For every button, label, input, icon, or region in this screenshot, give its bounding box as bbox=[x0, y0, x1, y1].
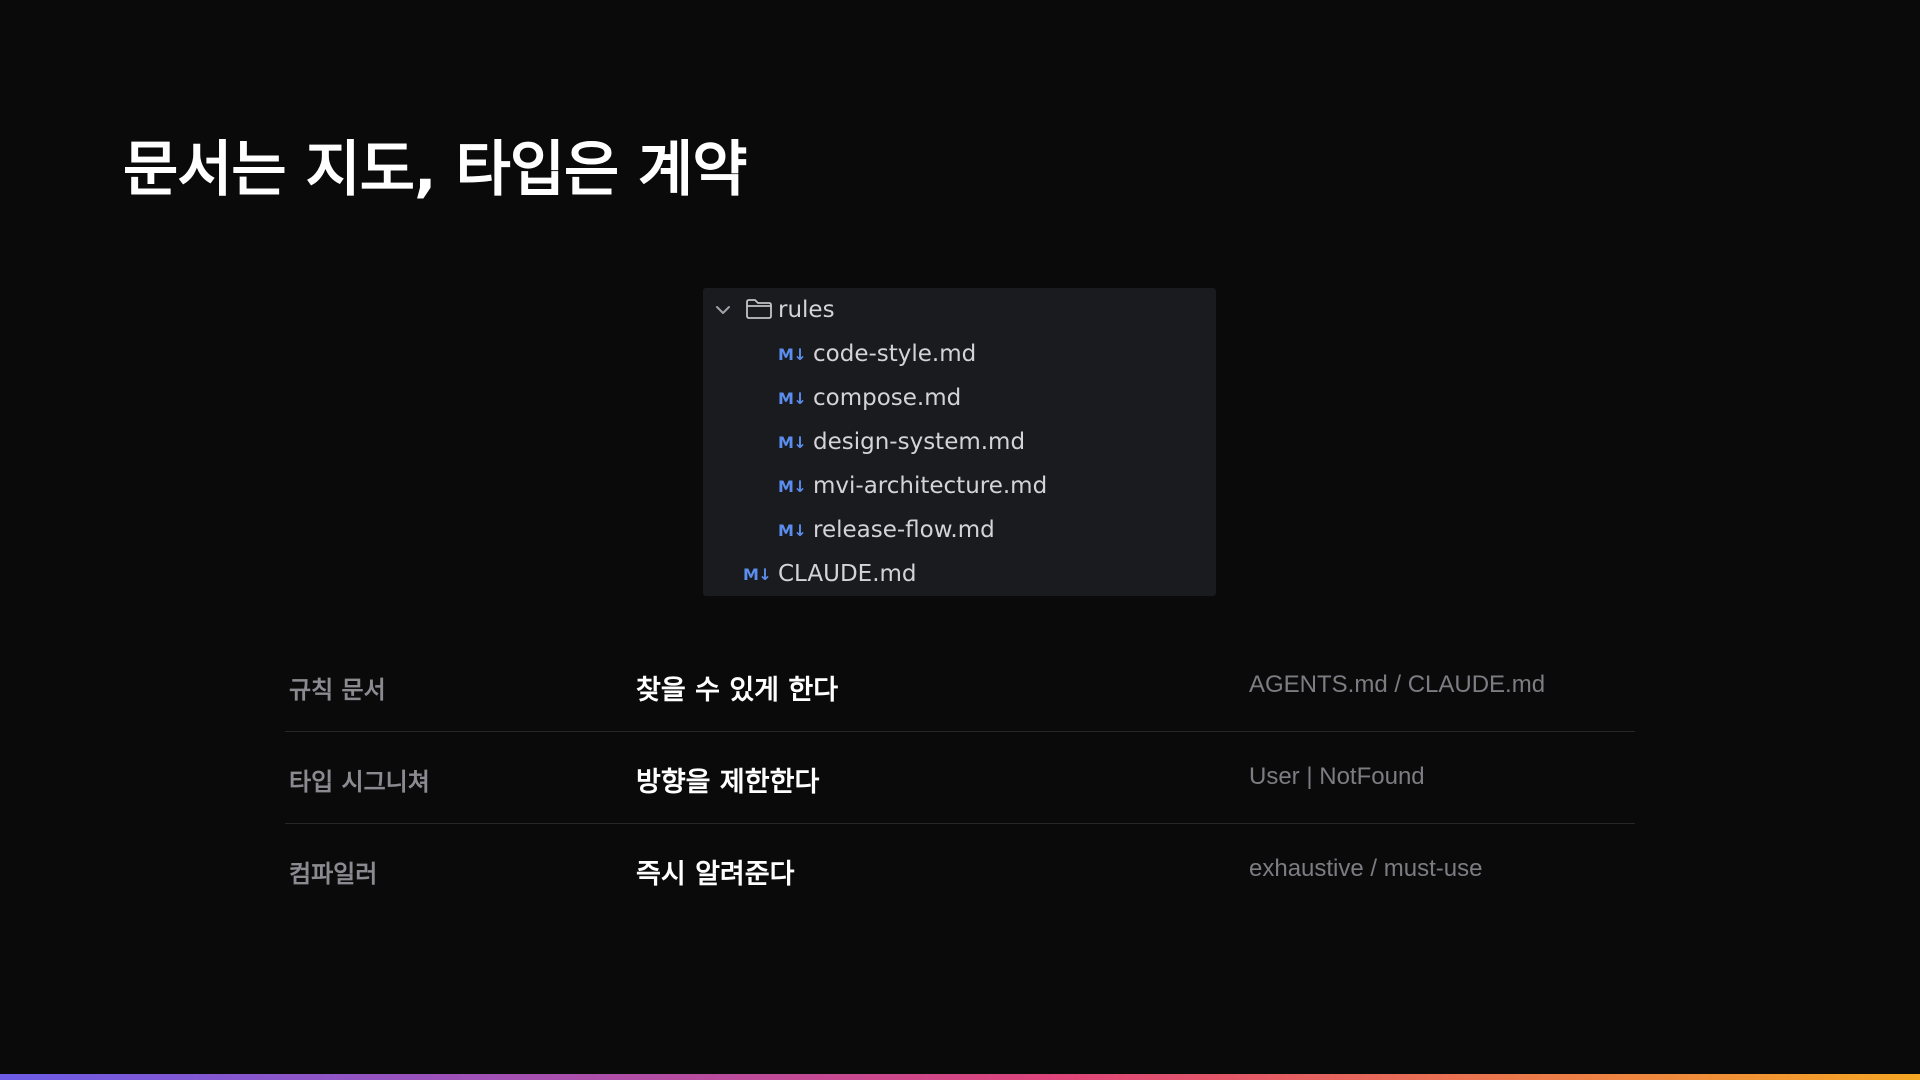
file-explorer: rules M↓ code-style.md M↓ compose.md M↓ … bbox=[703, 288, 1216, 596]
file-item[interactable]: M↓ code-style.md bbox=[703, 332, 1216, 376]
file-item[interactable]: M↓ release-flow.md bbox=[703, 508, 1216, 552]
folder-name: rules bbox=[778, 297, 835, 323]
row-note: User | NotFound bbox=[1249, 763, 1425, 790]
slide-title: 문서는 지도, 타입은 계약 bbox=[123, 135, 747, 205]
markdown-icon: M↓ bbox=[743, 564, 772, 584]
markdown-icon: M↓ bbox=[778, 344, 807, 364]
comparison-table: 규칙 문서 찾을 수 있게 한다 AGENTS.md / CLAUDE.md 타… bbox=[285, 640, 1635, 915]
row-description: 찾을 수 있게 한다 bbox=[636, 675, 839, 706]
chevron-down-icon[interactable] bbox=[713, 300, 733, 320]
file-name: design-system.md bbox=[813, 429, 1026, 455]
file-name: code-style.md bbox=[813, 341, 977, 367]
row-description: 즉시 알려준다 bbox=[636, 859, 795, 890]
markdown-icon: M↓ bbox=[778, 432, 807, 452]
file-item[interactable]: M↓ mvi-architecture.md bbox=[703, 464, 1216, 508]
row-note: exhaustive / must-use bbox=[1249, 855, 1483, 882]
folder-icon bbox=[746, 299, 772, 319]
table-row: 컴파일러 즉시 알려준다 exhaustive / must-use bbox=[285, 824, 1635, 915]
file-item-root[interactable]: M↓ CLAUDE.md bbox=[703, 552, 1216, 596]
row-label: 컴파일러 bbox=[289, 860, 378, 888]
file-name: compose.md bbox=[813, 385, 962, 411]
accent-gradient-bar bbox=[0, 1074, 1920, 1080]
file-item[interactable]: M↓ compose.md bbox=[703, 376, 1216, 420]
row-label: 규칙 문서 bbox=[289, 676, 386, 704]
table-row: 규칙 문서 찾을 수 있게 한다 AGENTS.md / CLAUDE.md bbox=[285, 640, 1635, 732]
folder-row-rules[interactable]: rules bbox=[703, 288, 1216, 332]
markdown-icon: M↓ bbox=[778, 388, 807, 408]
file-item[interactable]: M↓ design-system.md bbox=[703, 420, 1216, 464]
markdown-icon: M↓ bbox=[778, 476, 807, 496]
table-row: 타입 시그니쳐 방향을 제한한다 User | NotFound bbox=[285, 732, 1635, 824]
row-label: 타입 시그니쳐 bbox=[289, 768, 430, 796]
file-name: mvi-architecture.md bbox=[813, 473, 1048, 499]
row-note: AGENTS.md / CLAUDE.md bbox=[1249, 671, 1546, 698]
markdown-icon: M↓ bbox=[778, 520, 807, 540]
row-description: 방향을 제한한다 bbox=[636, 767, 820, 798]
file-name: release-flow.md bbox=[813, 517, 995, 543]
file-name: CLAUDE.md bbox=[778, 561, 917, 587]
